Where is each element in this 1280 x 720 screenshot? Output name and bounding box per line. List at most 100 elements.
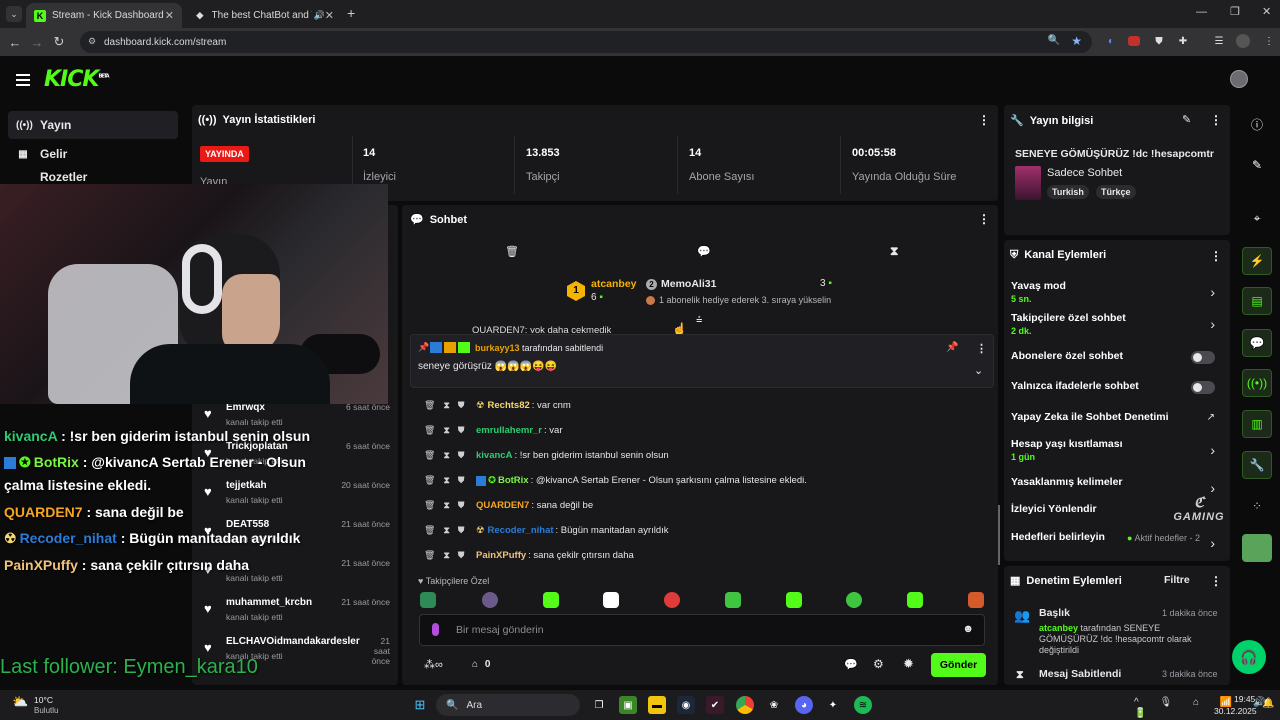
maximize-icon[interactable]: ❐: [1230, 5, 1240, 18]
chat-settings-icon[interactable]: ⚙: [873, 657, 884, 671]
app-icon[interactable]: ✦: [824, 696, 842, 714]
chat-menu-icon[interactable]: ⋮: [978, 212, 990, 226]
tab-chatbot[interactable]: ◆ The best ChatBot and Widg 🔊 ✕: [186, 3, 342, 28]
unpin-icon[interactable]: 📌: [946, 342, 958, 353]
server-icon[interactable]: ▥: [1242, 410, 1272, 438]
timeout-icon[interactable]: ⧗: [443, 400, 449, 411]
channel-action-item[interactable]: Hesap yaşı kısıtlaması 1 gün ›: [1011, 438, 1223, 462]
emote-icon[interactable]: [482, 592, 498, 608]
app-icon[interactable]: ✔: [706, 696, 724, 714]
delete-icon[interactable]: 🗑: [424, 500, 435, 511]
reload-icon[interactable]: ↻: [48, 34, 70, 50]
channel-action-item[interactable]: Takipçilere özel sohbet 2 dk. ›: [1011, 312, 1223, 336]
timeout-icon[interactable]: ⧗: [443, 550, 449, 561]
timeout-icon[interactable]: ⧗: [443, 500, 449, 511]
timeout-icon[interactable]: ⧗: [443, 450, 449, 461]
broadcast-icon[interactable]: ((•)): [1242, 369, 1272, 397]
sidebar-item-rozetler[interactable]: Rozetler: [8, 170, 178, 184]
close-tab-icon[interactable]: ✕: [165, 9, 174, 22]
follower-name[interactable]: muhammet_krcbn: [226, 597, 312, 608]
collapse-leaderboard-icon[interactable]: ⩮: [696, 314, 702, 327]
discord-icon[interactable]: ◕: [795, 696, 813, 714]
leaderboard-name-1[interactable]: atcanbey: [591, 278, 637, 290]
toggle-switch[interactable]: [1191, 351, 1215, 364]
delete-messages-icon[interactable]: 🗑: [505, 245, 519, 258]
emoji-icon[interactable]: ☻: [962, 623, 974, 635]
chat-icon[interactable]: 💬: [1242, 329, 1272, 357]
timeout-icon[interactable]: ⧗: [443, 475, 449, 486]
new-tab-button[interactable]: +: [347, 5, 355, 21]
chat-scrollbar[interactable]: [998, 505, 1000, 565]
edit-stream-info-icon[interactable]: ✎: [1182, 113, 1191, 126]
emote-icon[interactable]: [420, 592, 436, 608]
youtube-extension-icon[interactable]: [1128, 36, 1140, 46]
delete-icon[interactable]: 🗑: [424, 450, 435, 461]
ban-icon[interactable]: ⛊: [458, 400, 465, 411]
headset-support-button[interactable]: 🎧: [1232, 640, 1266, 674]
app-icon[interactable]: ❀: [765, 696, 783, 714]
spotify-icon[interactable]: ≋: [854, 696, 872, 714]
delete-icon[interactable]: 🗑: [424, 525, 435, 536]
chat-message[interactable]: 🗑 ⧗ ⛊ emrullahemr_r: var: [424, 425, 563, 436]
follower-name[interactable]: DEAT558: [226, 519, 269, 530]
chrome-icon[interactable]: [736, 696, 754, 714]
chat-username[interactable]: QUARDEN7: [476, 500, 529, 511]
bot-icon[interactable]: ✹: [903, 656, 914, 672]
zoom-icon[interactable]: 🔍: [1048, 35, 1060, 46]
stream-info-menu-icon[interactable]: ⋮: [1210, 113, 1222, 127]
steam-icon[interactable]: ◉: [677, 696, 695, 714]
ban-icon[interactable]: ⛊: [458, 525, 465, 536]
ban-icon[interactable]: ⛊: [458, 450, 465, 461]
chat-username[interactable]: Rechts82: [488, 400, 530, 411]
chat-username[interactable]: BotRix: [498, 475, 529, 486]
bookmark-star-icon[interactable]: ★: [1071, 34, 1082, 48]
back-icon[interactable]: ←: [4, 35, 26, 50]
follower-name[interactable]: ELCHAVOidmandakardesler: [226, 636, 360, 647]
profile-icon[interactable]: [1236, 34, 1250, 48]
user-avatar[interactable]: [1230, 70, 1248, 88]
document-icon[interactable]: ▤: [1242, 287, 1272, 315]
emote-icon[interactable]: [725, 592, 741, 608]
apps-icon[interactable]: ⁘: [1242, 492, 1272, 520]
microphone-icon[interactable]: [432, 623, 439, 636]
tag-turkce[interactable]: Türkçe: [1096, 185, 1136, 199]
wrench-icon[interactable]: 🔧: [1242, 451, 1272, 479]
windows-start-icon[interactable]: ⊞: [411, 696, 429, 714]
channel-action-item[interactable]: Hedefleri belirleyin ● Aktif hedefler - 2…: [1011, 531, 1223, 551]
emote-icon[interactable]: [786, 592, 802, 608]
tag-turkish[interactable]: Turkish: [1047, 185, 1089, 199]
url-bar[interactable]: ⚙ dashboard.kick.com/stream 🔍 ★: [80, 31, 1092, 53]
channel-action-item[interactable]: Abonelere özel sohbet: [1011, 350, 1223, 364]
chat-bubble-button[interactable]: 💬: [844, 658, 858, 671]
delete-icon[interactable]: 🗑: [424, 550, 435, 561]
kick-logo[interactable]: KICKBETA: [44, 67, 110, 92]
taskbar-search[interactable]: 🔍 Ara: [436, 694, 580, 716]
chat-message[interactable]: 🗑 ⧗ ⛊ ☢ Recoder_nihat: Bügün manitadan ayrıl…: [424, 525, 669, 536]
system-tray-icons[interactable]: ^ 🎙 ⌂ 📶 🔊 🔋: [1134, 697, 1280, 719]
timeout-icon[interactable]: ⧗: [890, 244, 898, 259]
ban-icon[interactable]: ⛊: [458, 425, 465, 436]
pinned-menu-icon[interactable]: ⋮: [976, 342, 987, 355]
timeout-icon[interactable]: ⧗: [443, 525, 449, 536]
chat-message[interactable]: 🗑 ⧗ ⛊ QUARDEN7: sana değil be: [424, 500, 593, 511]
browser-menu-icon[interactable]: ⋮: [1262, 34, 1276, 48]
weather-icon[interactable]: ⛅: [12, 694, 28, 710]
lightning-icon[interactable]: ⚡: [1242, 247, 1272, 275]
file-explorer-icon[interactable]: ▬: [648, 696, 666, 714]
chat-mode-icon[interactable]: 💬: [697, 245, 711, 258]
emote-icon[interactable]: [968, 592, 984, 608]
emote-icon[interactable]: [664, 592, 680, 608]
minecraft-icon[interactable]: ▣: [619, 696, 637, 714]
channel-action-item[interactable]: Yasaklanmış kelimeler ›: [1011, 476, 1223, 496]
ban-icon[interactable]: ⛊: [458, 475, 465, 486]
tab-kick-dashboard[interactable]: K Stream - Kick Dashboard ✕: [26, 3, 182, 28]
close-window-icon[interactable]: ✕: [1262, 5, 1271, 18]
channel-action-item[interactable]: Yavaş mod 5 sn. ›: [1011, 280, 1223, 304]
emote-icon[interactable]: [603, 592, 619, 608]
delete-icon[interactable]: 🗑: [424, 400, 435, 411]
focus-icon[interactable]: ⌖: [1242, 204, 1272, 232]
site-info-icon[interactable]: ⚙: [88, 36, 96, 47]
chat-input[interactable]: Bir mesaj gönderin ☻: [419, 614, 985, 646]
app-thumbnail-icon[interactable]: [1242, 534, 1272, 562]
channel-action-item[interactable]: Yalnızca ifadelerle sohbet: [1011, 380, 1223, 394]
